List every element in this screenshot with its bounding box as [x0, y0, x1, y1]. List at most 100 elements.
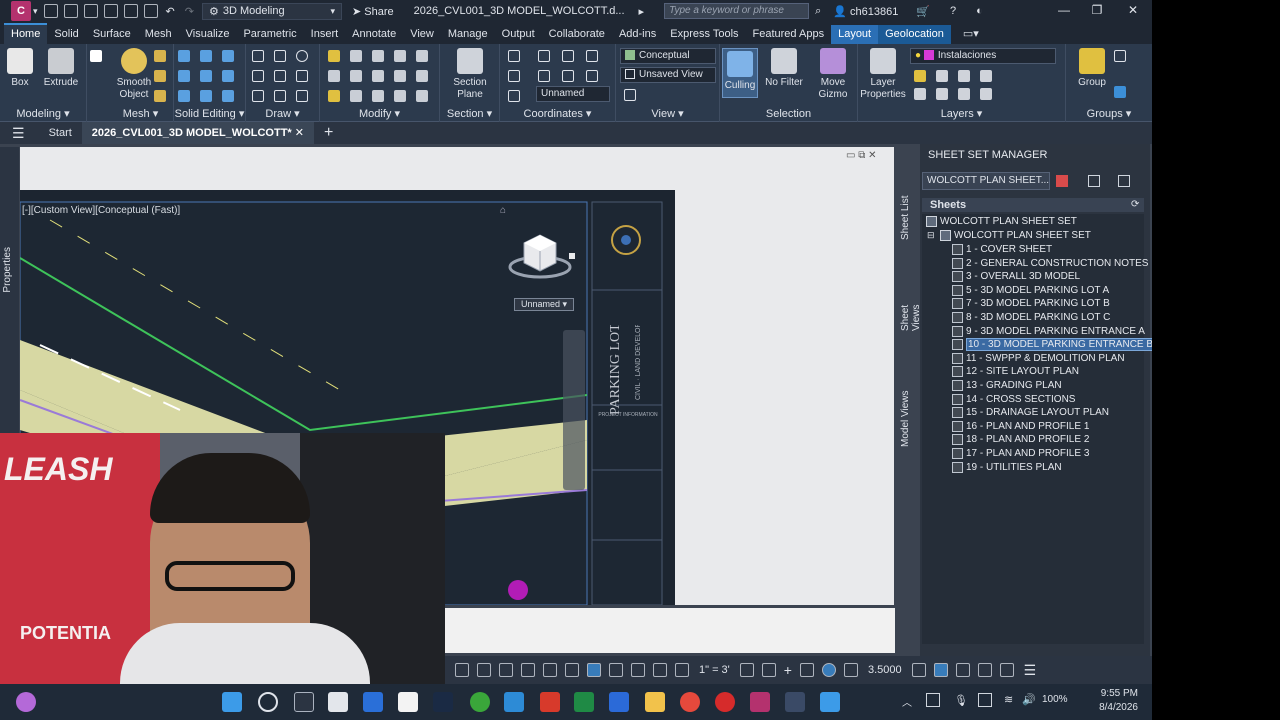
- ucs-origin-icon[interactable]: [562, 50, 574, 62]
- tab-annotate[interactable]: Annotate: [345, 25, 403, 44]
- publish-to-pdf-icon[interactable]: [1056, 175, 1068, 187]
- refresh-icon[interactable]: ⟳: [1131, 199, 1139, 210]
- add-icon[interactable]: +: [784, 662, 792, 678]
- tab-featured-apps[interactable]: Featured Apps: [746, 25, 832, 44]
- mesh-sphere-icon[interactable]: [154, 50, 166, 62]
- tab-view[interactable]: View: [403, 25, 441, 44]
- store-icon[interactable]: [398, 692, 418, 712]
- chevron-up-icon[interactable]: ︿: [902, 694, 912, 709]
- modeling-panel-label[interactable]: Modeling ▾: [0, 107, 86, 120]
- intersect-icon[interactable]: [222, 50, 234, 62]
- explode-icon[interactable]: [394, 90, 406, 102]
- snap-icon[interactable]: [477, 663, 491, 677]
- photos-icon[interactable]: [504, 692, 524, 712]
- array-icon[interactable]: [394, 70, 406, 82]
- group-button[interactable]: Group: [1074, 48, 1110, 89]
- tab-add-ins[interactable]: Add-ins: [612, 25, 663, 44]
- search-taskbar-icon[interactable]: [258, 692, 278, 712]
- layer-properties-button[interactable]: Layer Properties: [860, 48, 906, 101]
- spline-icon[interactable]: [252, 70, 264, 82]
- file-explorer-icon[interactable]: [645, 692, 665, 712]
- sheet-item[interactable]: 10 - 3D MODEL PARKING ENTRANCE B: [966, 338, 1156, 352]
- saved-view-dropdown[interactable]: Unsaved View: [620, 67, 716, 83]
- visual-style-dropdown[interactable]: Conceptual: [620, 48, 716, 64]
- ucs-menu-button[interactable]: Unnamed ▾: [514, 298, 575, 311]
- ucs-view-icon[interactable]: [508, 70, 520, 82]
- section-plane-button[interactable]: Section Plane: [446, 48, 494, 101]
- navigation-bar[interactable]: [563, 330, 585, 490]
- quick-view-icon[interactable]: [977, 663, 992, 677]
- cart-icon[interactable]: 🛒: [916, 5, 930, 18]
- coordinates-panel-label[interactable]: Coordinates ▾: [500, 107, 615, 120]
- groups-panel-label[interactable]: Groups ▾: [1066, 107, 1152, 120]
- save-icon[interactable]: [83, 4, 98, 18]
- tab-surface[interactable]: Surface: [86, 25, 138, 44]
- xbox-icon[interactable]: [470, 692, 490, 712]
- task-view-icon[interactable]: [294, 692, 314, 712]
- save-as-icon[interactable]: [103, 4, 118, 18]
- ucs-face-icon[interactable]: [562, 70, 574, 82]
- subtract-icon[interactable]: [200, 50, 212, 62]
- start-icon[interactable]: [222, 692, 242, 712]
- widgets-icon[interactable]: [16, 692, 36, 712]
- volume-icon[interactable]: 🔊: [1022, 693, 1036, 706]
- sheet-item[interactable]: 5 - 3D MODEL PARKING LOT A: [966, 284, 1109, 297]
- offset-icon[interactable]: [416, 70, 428, 82]
- layer-lock-icon[interactable]: [980, 70, 992, 82]
- chrome-icon[interactable]: [680, 692, 700, 712]
- search-input[interactable]: Type a keyword or phrase: [664, 3, 810, 19]
- tray-app2-icon[interactable]: [978, 693, 992, 707]
- viewport-config-icon[interactable]: [624, 89, 636, 101]
- search-icon[interactable]: ⌕: [815, 5, 821, 18]
- ortho-icon[interactable]: [499, 663, 513, 677]
- viewport-window-controls[interactable]: ▭ ⧉ ✕: [846, 150, 877, 161]
- hamburger-menu-icon[interactable]: ☰: [12, 125, 25, 142]
- tab-layout[interactable]: Layout: [831, 25, 879, 44]
- print-icon[interactable]: [143, 4, 158, 18]
- sheet-item[interactable]: 13 - GRADING PLAN: [966, 379, 1062, 392]
- line-icon[interactable]: [252, 50, 264, 62]
- erase-icon[interactable]: [328, 90, 340, 102]
- help-icon[interactable]: ?: [950, 5, 956, 17]
- grid-icon[interactable]: [455, 663, 469, 677]
- layer-match-icon[interactable]: [936, 88, 948, 100]
- app-menu-chevron-icon[interactable]: ▾: [33, 6, 38, 17]
- battery-percent[interactable]: 100%: [1042, 694, 1068, 705]
- fullscreen-icon[interactable]: [999, 663, 1014, 677]
- draw-panel-label[interactable]: Draw ▾: [246, 107, 319, 120]
- osnap-icon[interactable]: [543, 663, 557, 677]
- clock-time[interactable]: 9:55 PM: [1098, 688, 1138, 699]
- move-icon[interactable]: [328, 50, 340, 62]
- tab-output[interactable]: Output: [495, 25, 542, 44]
- sheet-item[interactable]: 17 - PLAN AND PROFILE 3: [966, 447, 1089, 460]
- start-tab[interactable]: Start: [39, 127, 82, 139]
- sheet-item[interactable]: 3 - OVERALL 3D MODEL: [966, 270, 1080, 283]
- user-menu[interactable]: 👤 ch613861: [833, 5, 898, 18]
- hatch-icon[interactable]: [296, 90, 308, 102]
- named-ucs-dropdown[interactable]: Unnamed: [536, 86, 610, 102]
- steam-icon[interactable]: [433, 692, 453, 712]
- gizmo-icon[interactable]: [631, 663, 645, 677]
- tab-insert[interactable]: Insert: [304, 25, 346, 44]
- civil3d-taskbar-icon[interactable]: [750, 692, 770, 712]
- pen-app-icon[interactable]: [820, 692, 840, 712]
- move-gizmo-button[interactable]: Move Gizmo: [812, 48, 854, 101]
- culling-button[interactable]: Culling: [722, 48, 758, 98]
- ucs-object-icon[interactable]: [538, 70, 550, 82]
- viewcube[interactable]: [506, 225, 576, 285]
- trim-icon[interactable]: [416, 50, 428, 62]
- undo-icon[interactable]: ↶: [166, 5, 175, 18]
- tab-model-views[interactable]: Model Views: [900, 390, 916, 448]
- arc-icon[interactable]: [274, 70, 286, 82]
- workspace-dropdown[interactable]: ⚙ 3D Modeling ▾: [201, 2, 342, 20]
- app-logo[interactable]: C: [11, 1, 31, 21]
- palette-close-icon[interactable]: [1132, 148, 1150, 162]
- 3d-move-icon[interactable]: [350, 50, 362, 62]
- fillet-icon[interactable]: [372, 70, 384, 82]
- hardware-acceleration-icon[interactable]: [821, 663, 836, 677]
- mirror-icon[interactable]: [350, 70, 362, 82]
- layer-make-current-icon[interactable]: [914, 88, 926, 100]
- microphone-icon[interactable]: 🎙: [954, 694, 968, 707]
- ucs-x-icon[interactable]: [508, 90, 520, 102]
- tab-sheet-list[interactable]: Sheet List: [900, 195, 916, 240]
